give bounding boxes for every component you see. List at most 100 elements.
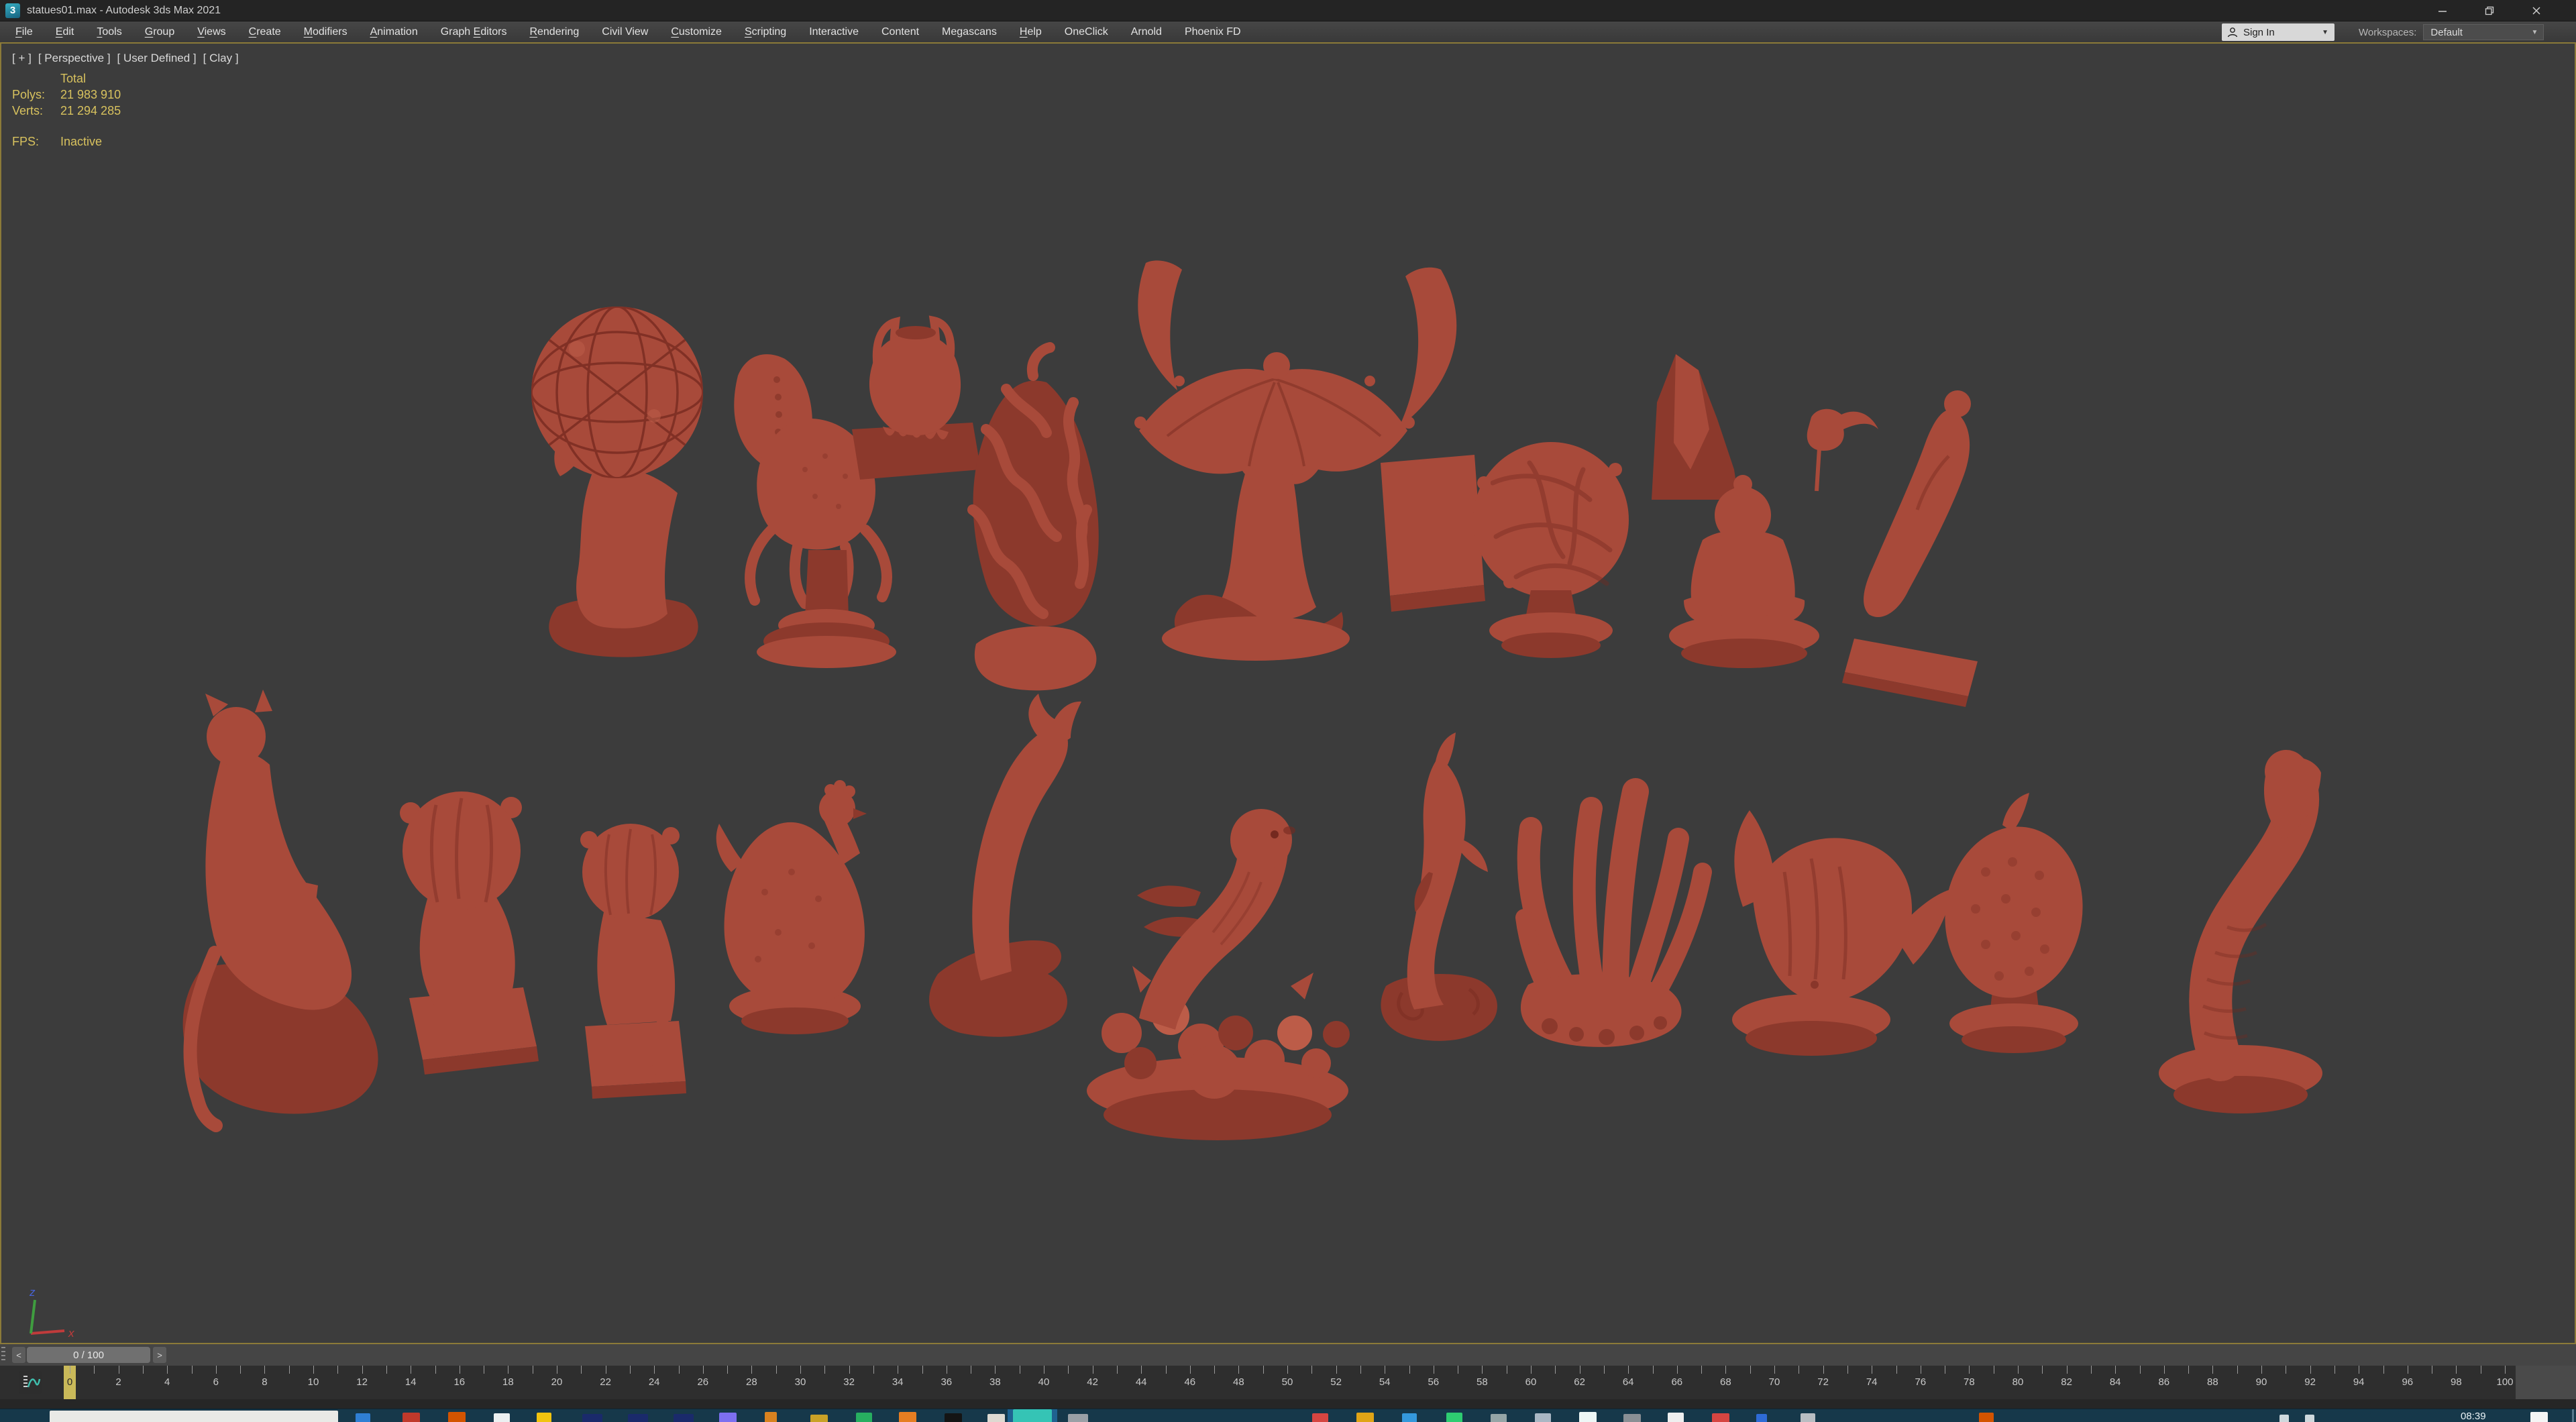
statue-panther-on-rock[interactable] [182, 690, 378, 1132]
ruler-tick [1311, 1366, 1313, 1374]
windows-taskbar[interactable]: 08:39 [0, 1409, 2576, 1422]
statue-dragon-head-bust[interactable] [1732, 810, 1953, 1056]
ruler-tick [2066, 1366, 2068, 1374]
taskbar-icon-5[interactable] [537, 1413, 551, 1422]
taskbar-icon-23[interactable] [1535, 1413, 1551, 1422]
taskbar-icon-0[interactable] [50, 1411, 338, 1422]
taskbar-icon-17[interactable] [1068, 1414, 1088, 1422]
menu-create[interactable]: Create [237, 21, 292, 42]
statue-rooster[interactable] [716, 780, 867, 1034]
taskbar-clock[interactable]: 08:39 [2461, 1411, 2486, 1422]
next-frame-button[interactable]: > [153, 1347, 166, 1363]
taskbar-icon-12[interactable] [856, 1413, 872, 1422]
statue-octopus-on-pedestal[interactable] [734, 354, 896, 668]
statue-amphora-urn[interactable] [852, 315, 981, 480]
menu-customize[interactable]: Customize [659, 21, 733, 42]
minimize-button[interactable] [2427, 0, 2458, 21]
taskbar-icon-16[interactable] [1013, 1409, 1052, 1422]
taskbar-icon-9[interactable] [719, 1413, 737, 1422]
taskbar-icon-25[interactable] [1623, 1414, 1641, 1422]
ruler-tick [922, 1366, 923, 1374]
taskbar-icon-30[interactable] [1979, 1413, 1994, 1422]
menu-megascans[interactable]: Megascans [930, 21, 1008, 42]
menu-phoenix-fd[interactable]: Phoenix FD [1173, 21, 1252, 42]
taskbar-icon-10[interactable] [765, 1412, 777, 1422]
menu-content[interactable]: Content [870, 21, 930, 42]
menu-file[interactable]: File [4, 21, 44, 42]
menu-interactive[interactable]: Interactive [798, 21, 870, 42]
menu-edit[interactable]: Edit [44, 21, 86, 42]
taskbar-icon-28[interactable] [1756, 1414, 1767, 1422]
viewport-label-segment-2[interactable]: [ User Defined ] [117, 52, 197, 65]
ruler-tick [1165, 1366, 1167, 1374]
viewport-label-segment-0[interactable]: [ + ] [12, 52, 32, 65]
taskbar-icon-4[interactable] [494, 1413, 510, 1422]
ruler-tick [386, 1366, 387, 1374]
statue-pinecone-fish[interactable] [1934, 793, 2094, 1053]
menu-rendering[interactable]: Rendering [518, 21, 590, 42]
taskbar-icon-29[interactable] [1801, 1413, 1815, 1422]
menu-tools[interactable]: Tools [85, 21, 133, 42]
statue-coral-splash-column[interactable] [967, 342, 1099, 691]
fps-value: Inactive [60, 135, 103, 148]
menu-modifiers[interactable]: Modifiers [292, 21, 359, 42]
statue-cobra-on-base[interactable] [2159, 750, 2322, 1113]
viewport-3d[interactable]: x z [ + ] [ Perspective ] [ User Defined ]… [0, 42, 2576, 1344]
taskbar-icon-24[interactable] [1579, 1412, 1597, 1422]
statue-buddha-on-lotus[interactable] [1652, 354, 1878, 668]
statue-phoenix-antler-fountain[interactable] [1134, 260, 1485, 661]
statue-sea-anemone-tentacles[interactable] [1515, 778, 1712, 1047]
statue-medusa-snake-sphere[interactable] [1473, 442, 1629, 658]
menu-graph-editors[interactable]: Graph Editors [429, 21, 519, 42]
restore-button[interactable] [2474, 0, 2505, 21]
statue-leaning-figure-on-slab[interactable] [1842, 390, 1978, 707]
taskbar-icon-3[interactable] [448, 1412, 466, 1422]
taskbar-icon-20[interactable] [1402, 1413, 1417, 1422]
taskbar-icon-8[interactable] [674, 1414, 694, 1422]
taskbar-icon-1[interactable] [356, 1413, 370, 1422]
statue-atlas-celestial-globe[interactable] [531, 307, 703, 657]
taskbar-icon-13[interactable] [899, 1412, 916, 1422]
close-button[interactable] [2521, 0, 2552, 21]
workspace-select[interactable]: Default ▼ [2423, 24, 2544, 40]
track-bar-ruler[interactable]: 0 2 4 6 8 10 12 14 16 18 20 22 24 26 28 30 32 34 36 38 40 42 4… [0, 1366, 2576, 1399]
menu-arnold[interactable]: Arnold [1120, 21, 1173, 42]
menu-help[interactable]: Help [1008, 21, 1053, 42]
taskbar-icon-6[interactable] [582, 1414, 602, 1422]
viewport-label-segment-3[interactable]: [ Clay ] [203, 52, 239, 65]
taskbar-icon-15[interactable] [987, 1414, 1005, 1422]
taskbar-icon-22[interactable] [1491, 1414, 1507, 1422]
taskbar-icon-32[interactable] [2305, 1415, 2314, 1422]
taskbar-icon-33[interactable] [2530, 1412, 2548, 1422]
taskbar-icon-11[interactable] [810, 1415, 828, 1422]
taskbar-icon-27[interactable] [1712, 1413, 1729, 1422]
show-desktop-button[interactable] [2572, 1409, 2574, 1422]
time-slider[interactable]: 0 / 100 [27, 1347, 150, 1363]
menu-group[interactable]: Group [133, 21, 186, 42]
taskbar-icon-26[interactable] [1668, 1413, 1684, 1422]
statue-lion-recumbent-small[interactable] [580, 824, 686, 1099]
3ds-max-logo-icon[interactable]: 3 [5, 3, 20, 18]
mini-curve-editor-button[interactable] [19, 1371, 42, 1394]
previous-frame-button[interactable]: < [12, 1347, 25, 1363]
taskbar-icon-18[interactable] [1312, 1413, 1328, 1422]
statue-orca-breaching[interactable] [929, 694, 1081, 1037]
taskbar-icon-19[interactable] [1356, 1413, 1374, 1422]
taskbar-icon-2[interactable] [402, 1413, 420, 1422]
menu-civil-view[interactable]: Civil View [590, 21, 659, 42]
taskbar-icon-31[interactable] [2279, 1415, 2289, 1422]
toolbar-grip-handle[interactable] [1, 1347, 5, 1363]
viewport-label-segment-1[interactable]: [ Perspective ] [38, 52, 111, 65]
taskbar-icon-7[interactable] [628, 1414, 648, 1422]
menu-views[interactable]: Views [186, 21, 237, 42]
ruler-label-80: 80 [2012, 1376, 2024, 1388]
taskbar-icon-21[interactable] [1446, 1413, 1462, 1422]
sign-in-button[interactable]: Sign In ▼ [2222, 23, 2334, 41]
menu-animation[interactable]: Animation [359, 21, 429, 42]
menu-scripting[interactable]: Scripting [733, 21, 798, 42]
statue-koi-flower-fountain[interactable] [1087, 809, 1350, 1140]
menu-oneclick[interactable]: OneClick [1053, 21, 1120, 42]
statue-dolphin-on-wave[interactable] [1381, 732, 1497, 1041]
taskbar-icon-14[interactable] [945, 1413, 962, 1422]
statue-lion-recumbent-large[interactable] [400, 791, 539, 1075]
